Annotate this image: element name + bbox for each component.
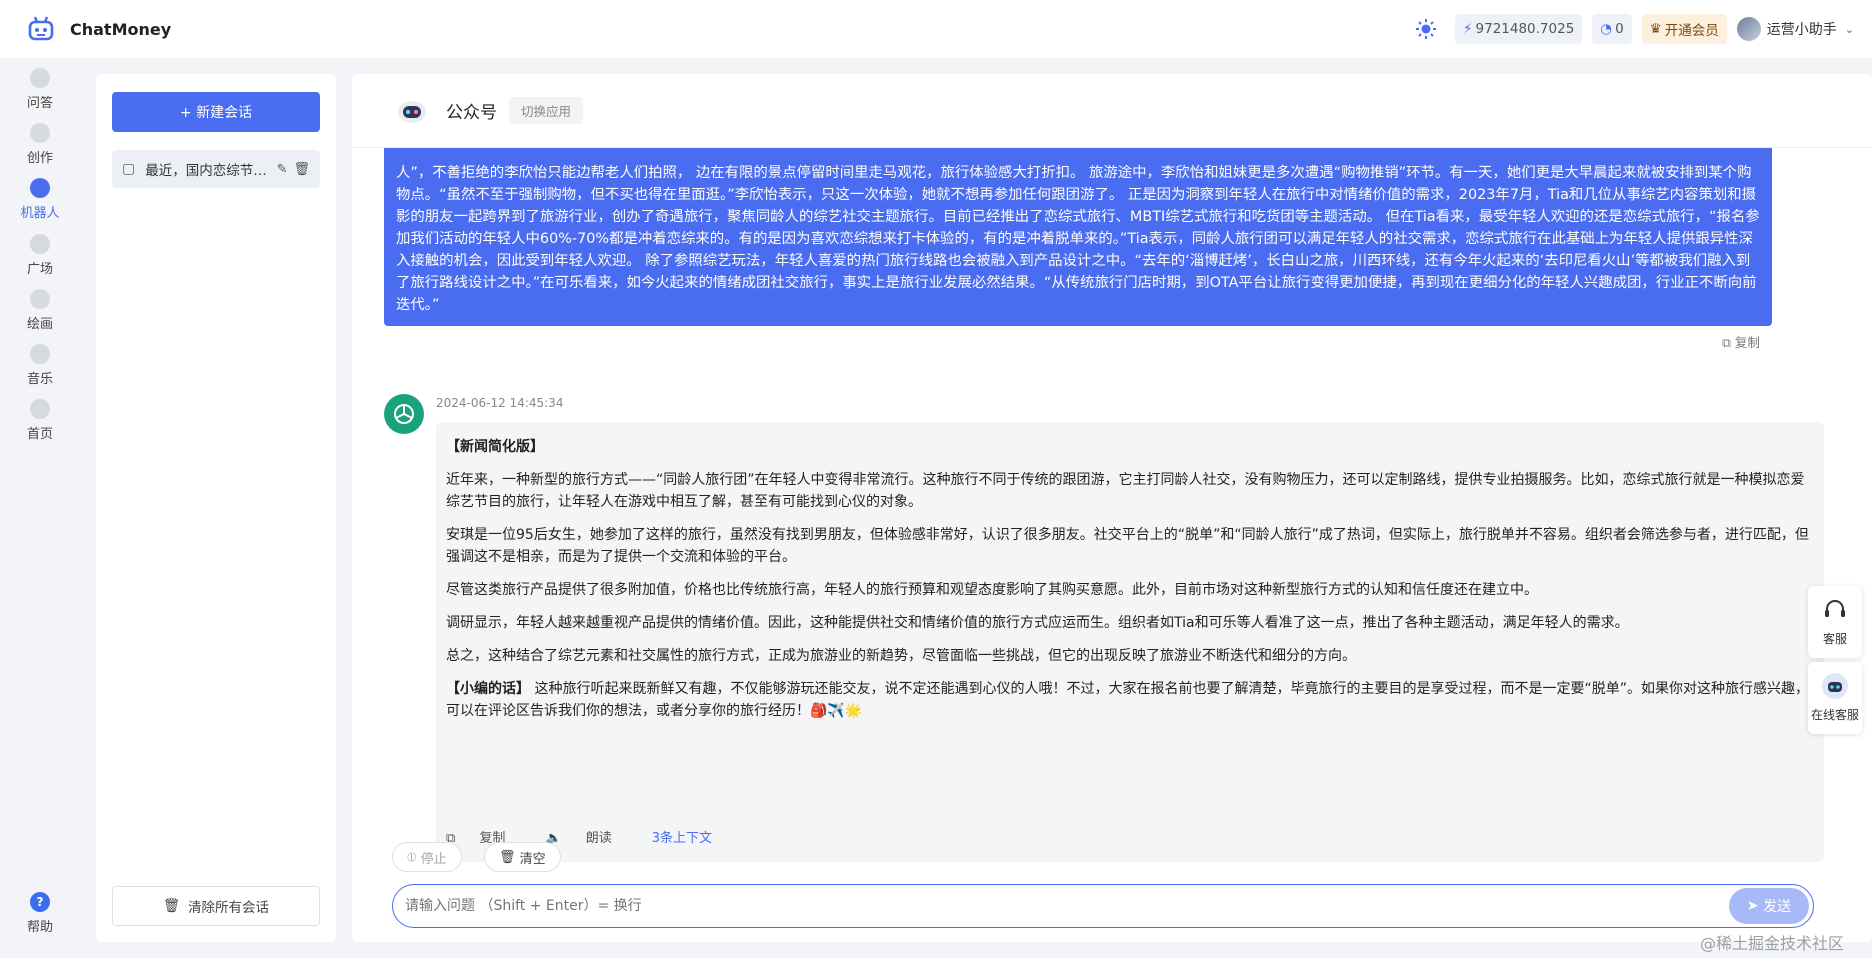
service-button[interactable]: 客服 <box>1808 586 1862 658</box>
new-chat-button[interactable]: + 新建会话 <box>112 92 320 132</box>
nav-label: 创作 <box>26 151 53 166</box>
clear-label: 清空 <box>519 851 546 867</box>
nav-item-create[interactable]: 创作 <box>0 123 80 166</box>
chat-panel: 公众号 切换应用 人”，不善拒绝的李欣怡只能边帮老人们拍照， 边在有限的景点停留… <box>352 74 1872 942</box>
nav-label: 音乐 <box>26 372 53 387</box>
music-icon <box>30 344 50 364</box>
nav-item-home[interactable]: 首页 <box>0 399 80 442</box>
balance-badge[interactable]: ⚡ 9721480.7025 <box>1455 14 1583 44</box>
nav-label: 绘画 <box>26 317 53 332</box>
theme-toggle-icon[interactable] <box>1415 18 1437 40</box>
clear-button[interactable]: 🗑 清空 <box>484 842 561 872</box>
session-item[interactable]: ▢ 最近，国内恋综节目... ✎ 🗑 <box>112 150 320 188</box>
bot-avatar <box>384 394 424 434</box>
session-panel: + 新建会话 ▢ 最近，国内恋综节目... ✎ 🗑 🗑 清除所有会话 <box>96 74 336 942</box>
top-bar: ChatMoney ⚡ 9721480.7025 ◔ 0 ♛ 开通会员 运营小助… <box>0 0 1872 58</box>
copy-icon: ⧉ <box>1722 335 1731 350</box>
stop-button[interactable]: ⦶ 停止 <box>392 842 462 872</box>
app-title: ChatMoney <box>70 19 172 39</box>
user-message: 人”，不善拒绝的李欣怡只能边帮老人们拍照， 边在有限的景点停留时间里走马观花，旅… <box>384 144 1772 326</box>
vip-button[interactable]: ♛ 开通会员 <box>1641 14 1727 44</box>
chevron-down-icon: ⌄ <box>1844 22 1854 36</box>
bot-paragraph: 安琪是一位95后女生，她参加了这样的旅行，虽然没有找到男朋友，但体验感非常好，认… <box>446 527 1809 565</box>
service-label: 客服 <box>1822 632 1847 646</box>
nav-label: 机器人 <box>20 206 60 221</box>
openai-logo-icon <box>394 404 414 424</box>
robot-service-icon <box>1822 673 1848 699</box>
send-label: 发送 <box>1763 899 1792 915</box>
bot-paragraph: 近年来，一种新型的旅行方式——“同龄人旅行团”在年轻人中变得非常流行。这种旅行不… <box>446 472 1805 510</box>
context-link[interactable]: 3条上下文 <box>652 828 712 850</box>
bot-message: 【新闻简化版】 近年来，一种新型的旅行方式——“同龄人旅行团”在年轻人中变得非常… <box>436 422 1824 862</box>
chat-header: 公众号 切换应用 <box>352 74 1872 148</box>
vip-label: 开通会员 <box>1664 23 1719 39</box>
message-badge[interactable]: ◔ 0 <box>1592 14 1632 44</box>
nav-item-square[interactable]: 广场 <box>0 234 80 277</box>
copy-button[interactable]: ⧉ 复制 <box>1722 332 1760 351</box>
bot-timestamp: 2024-06-12 14:45:34 <box>436 396 564 410</box>
nav-label: 广场 <box>26 262 53 277</box>
stop-label: 停止 <box>420 851 447 867</box>
nav-item-draw[interactable]: 绘画 <box>0 289 80 332</box>
editor-note: 【小编的话】 这种旅行听起来既新鲜又有趣，不仅能够游玩还能交友，说不定还能遇到心… <box>446 678 1812 722</box>
send-icon: ➤ <box>1746 898 1764 914</box>
bot-paragraph: 调研显示，年轻人越来越重视产品提供的情绪价值。因此，这种能提供社交和情绪价值的旅… <box>446 615 1629 631</box>
avatar <box>1736 17 1761 41</box>
stop-icon: ⦶ <box>407 849 421 865</box>
chat-icon: ▢ <box>122 161 136 177</box>
online-service-label: 在线客服 <box>1810 708 1859 722</box>
chat-bubble-icon: ◔ <box>1600 21 1613 37</box>
crown-icon: ♛ <box>1649 21 1662 37</box>
send-button[interactable]: ➤ 发送 <box>1729 888 1809 924</box>
clear-all-label: 清除所有会话 <box>188 900 270 916</box>
message-count: 0 <box>1615 21 1624 37</box>
nav-item-qa[interactable]: 问答 <box>0 68 80 111</box>
read-aloud-button[interactable]: 🔈 朗读 <box>545 828 631 850</box>
palette-icon <box>30 289 50 309</box>
help-icon: ? <box>30 892 50 912</box>
nav-label: 首页 <box>26 427 53 442</box>
balance-value: 9721480.7025 <box>1475 21 1575 37</box>
brand[interactable]: ChatMoney <box>26 14 171 44</box>
headset-icon <box>1825 600 1845 617</box>
nav-item-music[interactable]: 音乐 <box>0 344 80 387</box>
chat-input-box: ➤ 发送 <box>392 884 1814 928</box>
grid-icon <box>30 234 50 254</box>
online-service-button[interactable]: 在线客服 <box>1808 662 1862 734</box>
nav-label: 问答 <box>26 96 53 111</box>
home-icon <box>30 399 50 419</box>
switch-app-button[interactable]: 切换应用 <box>509 97 584 124</box>
robot-logo-icon <box>28 16 54 41</box>
editor-text: 这种旅行听起来既新鲜又有趣，不仅能够游玩还能交友，说不定还能遇到心仪的人哦！不过… <box>446 681 1809 719</box>
clear-all-sessions-button[interactable]: 🗑 清除所有会话 <box>112 886 320 926</box>
lightning-icon: ⚡ <box>1463 21 1473 37</box>
session-title: 最近，国内恋综节目... <box>145 163 271 179</box>
trash-icon[interactable]: 🗑 <box>293 162 310 177</box>
edit-icon[interactable]: ✎ <box>277 162 288 177</box>
trash-icon: 🗑 <box>162 898 181 914</box>
bot-paragraph: 尽管这类旅行产品提供了很多附加值，价格也比传统旅行高，年轻人的旅行预算和观望态度… <box>446 582 1538 598</box>
app-avatar-icon <box>398 100 426 123</box>
app-name: 公众号 <box>446 103 497 123</box>
bot-heading: 【新闻简化版】 <box>446 439 544 455</box>
chat-input[interactable] <box>393 898 1729 914</box>
watermark: @稀土掘金技术社区 <box>1700 934 1845 953</box>
user-message-text: 人”，不善拒绝的李欣怡只能边帮老人们拍照， 边在有限的景点停留时间里走马观花，旅… <box>396 165 1760 313</box>
editor-label: 【小编的话】 <box>446 681 530 697</box>
read-label: 朗读 <box>585 831 612 846</box>
pen-icon <box>30 123 50 143</box>
robot-icon <box>30 178 50 198</box>
bot-paragraph: 总之，这种结合了综艺元素和社交属性的旅行方式，正成为旅游业的新趋势，尽管面临一些… <box>446 648 1356 664</box>
nav-label: 帮助 <box>26 920 53 935</box>
nav-item-help[interactable]: ? 帮助 <box>0 892 80 935</box>
user-name: 运营小助手 <box>1766 22 1837 38</box>
qa-icon <box>30 68 50 88</box>
copy-label: 复制 <box>1734 335 1760 350</box>
trash-icon: 🗑 <box>499 849 520 865</box>
left-nav: 问答 创作 机器人 广场 绘画 音乐 首页 ? 帮助 <box>0 58 80 958</box>
user-menu[interactable]: 运营小助手 ⌄ <box>1736 17 1854 41</box>
nav-item-robot[interactable]: 机器人 <box>0 178 80 221</box>
